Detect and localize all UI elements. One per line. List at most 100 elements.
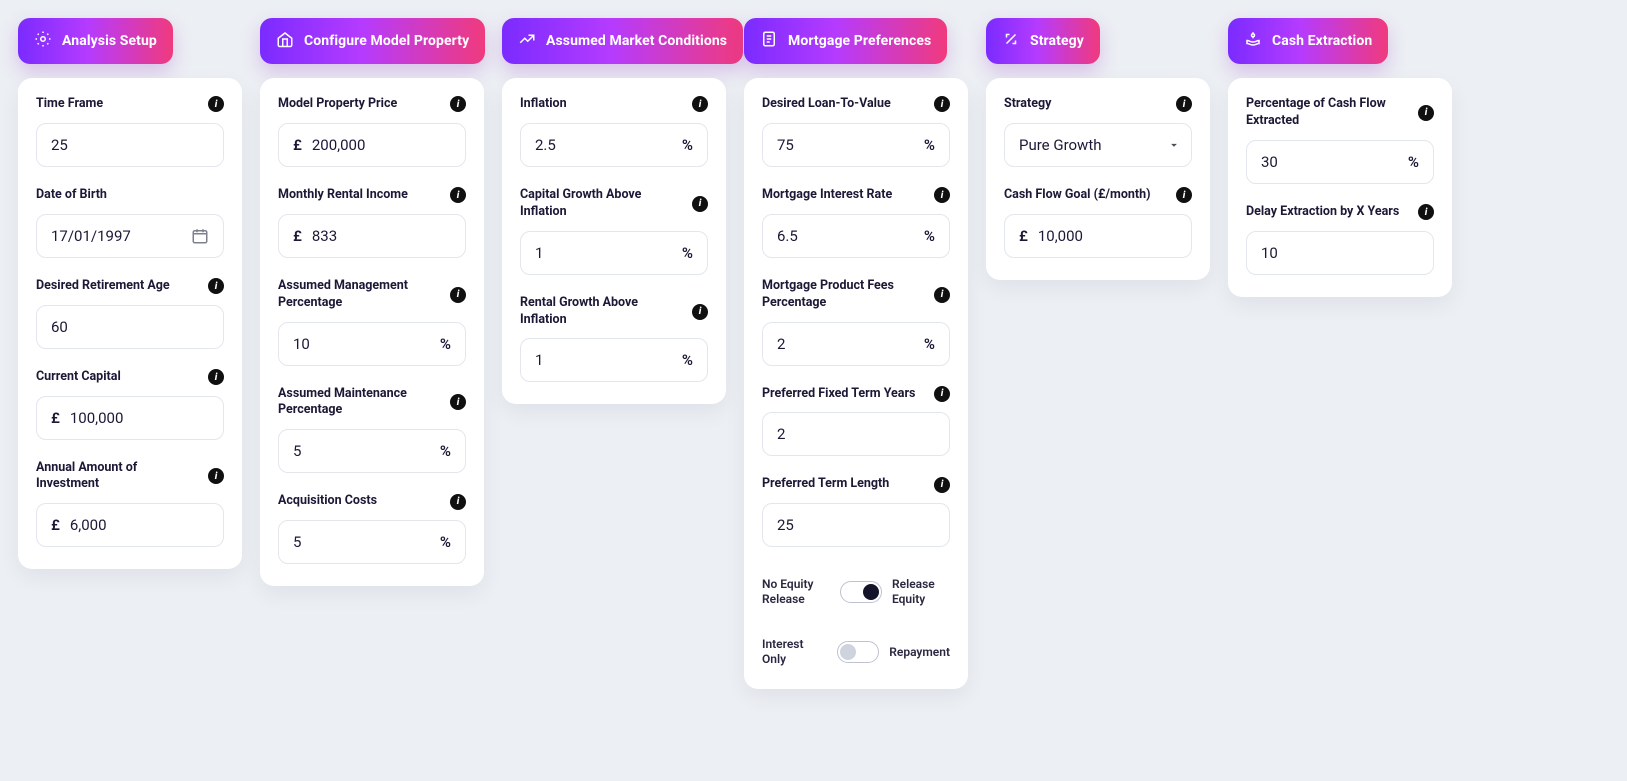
rent-input[interactable] [312,227,451,245]
chevron-down-icon [1167,138,1181,152]
time-frame-input-wrap[interactable] [36,123,224,167]
cash-pct-input[interactable] [1261,153,1398,171]
rent-input-wrap[interactable]: £ [278,214,466,258]
equity-right-label: Release Equity [892,577,950,607]
strategy-selected-value: Pure Growth [1019,136,1102,154]
fees-input-wrap[interactable]: % [762,322,950,366]
info-icon[interactable]: i [208,369,224,385]
info-icon[interactable]: i [450,494,466,510]
price-input[interactable] [312,136,451,154]
mgmt-pct-input[interactable] [293,335,430,353]
cash-pct-input-wrap[interactable]: % [1246,140,1434,184]
info-icon[interactable]: i [692,304,708,320]
info-icon[interactable]: i [208,278,224,294]
info-icon[interactable]: i [450,287,466,303]
ltv-input-wrap[interactable]: % [762,123,950,167]
annual-inv-input-wrap[interactable]: £ [36,503,224,547]
mortgage-card: Desired Loan-To-Value i % Mortgage Inter… [744,78,968,689]
mgmt-pct-input-wrap[interactable]: % [278,322,466,366]
rent-growth-field: Rental Growth Above Inflation i % [520,295,708,383]
term-len-input-wrap[interactable] [762,503,950,547]
cap-growth-input[interactable] [535,244,672,262]
info-icon[interactable]: i [934,386,950,402]
info-icon[interactable]: i [450,394,466,410]
pound-prefix: £ [293,136,302,154]
property-column: Configure Model Property Model Property … [260,18,484,586]
term-len-input[interactable] [777,516,935,534]
house-icon [276,30,294,52]
info-icon[interactable]: i [692,96,708,112]
info-icon[interactable]: i [208,96,224,112]
strategy-select[interactable]: Pure Growth [1004,123,1192,167]
info-icon[interactable]: i [1176,187,1192,203]
fix-years-input[interactable] [777,425,935,443]
fees-field: Mortgage Product Fees Percentage i % [762,278,950,366]
strategy-column: Strategy Strategy i Pure Growth Cash Flo… [986,18,1210,280]
retire-age-input-wrap[interactable] [36,305,224,349]
time-frame-label: Time Frame [36,96,103,113]
rent-growth-input-wrap[interactable]: % [520,338,708,382]
time-frame-input[interactable] [51,136,209,154]
analysis-column: Analysis Setup Time Frame i Date of Birt… [18,18,242,569]
dob-input[interactable] [51,227,191,245]
analysis-header: Analysis Setup [18,18,173,64]
delay-input-wrap[interactable] [1246,231,1434,275]
rate-input[interactable] [777,227,914,245]
property-card: Model Property Price i £ Monthly Rental … [260,78,484,586]
pound-prefix: £ [293,227,302,245]
acq-pct-label: Acquisition Costs [278,493,377,510]
strategy-header: Strategy [986,18,1100,64]
info-icon[interactable]: i [934,287,950,303]
ltv-input[interactable] [777,136,914,154]
goal-input[interactable] [1038,227,1177,245]
info-icon[interactable]: i [934,96,950,112]
acq-pct-input[interactable] [293,533,430,551]
acq-pct-input-wrap[interactable]: % [278,520,466,564]
repay-right-label: Repayment [889,645,950,660]
retire-age-input[interactable] [51,318,209,336]
percent-suffix: % [924,335,935,353]
info-icon[interactable]: i [1176,96,1192,112]
dob-input-wrap[interactable] [36,214,224,258]
inflation-input-wrap[interactable]: % [520,123,708,167]
fees-input[interactable] [777,335,914,353]
info-icon[interactable]: i [934,187,950,203]
delay-label: Delay Extraction by X Years [1246,204,1399,221]
pound-prefix: £ [51,516,60,534]
repayment-toggle[interactable] [837,641,879,663]
info-icon[interactable]: i [450,96,466,112]
info-icon[interactable]: i [1418,105,1434,121]
rent-growth-input[interactable] [535,351,672,369]
rate-input-wrap[interactable]: % [762,214,950,258]
info-icon[interactable]: i [934,477,950,493]
goal-input-wrap[interactable]: £ [1004,214,1192,258]
delay-input[interactable] [1261,244,1419,262]
percent-suffix: % [682,136,693,154]
calendar-icon[interactable] [191,227,209,245]
cash-column: Cash Extraction Percentage of Cash Flow … [1228,18,1452,297]
mgmt-pct-field: Assumed Management Percentage i % [278,278,466,366]
repayment-toggle-row: Interest Only Repayment [762,637,950,667]
info-icon[interactable]: i [1418,204,1434,220]
maint-pct-input[interactable] [293,442,430,460]
info-icon[interactable]: i [208,468,224,484]
market-header-title: Assumed Market Conditions [546,33,727,49]
maint-pct-input-wrap[interactable]: % [278,429,466,473]
equity-release-toggle[interactable] [840,581,882,603]
info-icon[interactable]: i [692,196,708,212]
current-capital-input-wrap[interactable]: £ [36,396,224,440]
cap-growth-input-wrap[interactable]: % [520,231,708,275]
annual-inv-input[interactable] [70,516,209,534]
current-capital-input[interactable] [70,409,209,427]
gear-icon [34,30,52,52]
inflation-input[interactable] [535,136,672,154]
analysis-header-title: Analysis Setup [62,33,157,49]
info-icon[interactable]: i [450,187,466,203]
percent-suffix: % [924,227,935,245]
repay-left-label: Interest Only [762,637,827,667]
percent-suffix: % [682,351,693,369]
price-input-wrap[interactable]: £ [278,123,466,167]
cash-pct-field: Percentage of Cash Flow Extracted i % [1246,96,1434,184]
fix-years-input-wrap[interactable] [762,412,950,456]
cash-pct-label: Percentage of Cash Flow Extracted [1246,96,1410,130]
